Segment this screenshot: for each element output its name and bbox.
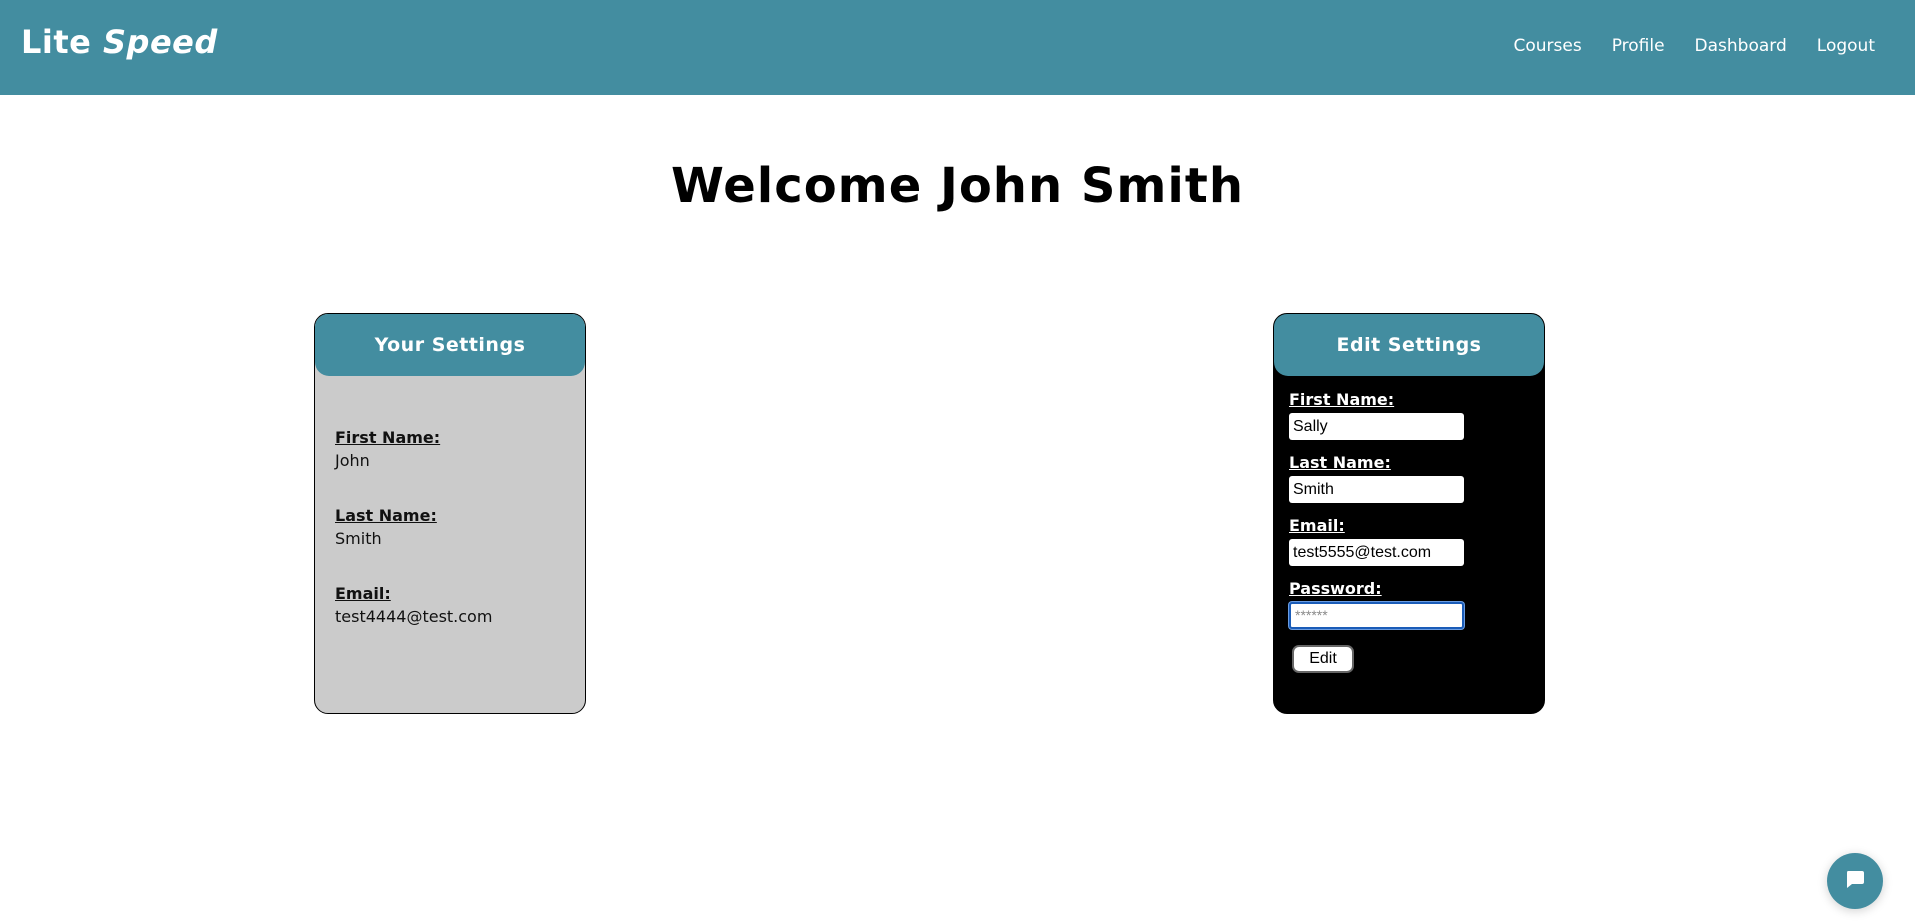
edit-settings-form: First Name: Last Name: Email: Password: …: [1274, 376, 1544, 673]
last-name-label: Last Name:: [1289, 453, 1391, 472]
password-input[interactable]: [1289, 602, 1464, 629]
edit-settings-card: Edit Settings First Name: Last Name: Ema…: [1273, 313, 1545, 714]
last-name-input[interactable]: [1289, 476, 1464, 503]
info-last-name-value: Smith: [335, 529, 382, 548]
edit-settings-header: Edit Settings: [1274, 314, 1544, 376]
chat-button[interactable]: [1827, 853, 1883, 909]
email-label: Email:: [1289, 516, 1345, 535]
your-settings-header: Your Settings: [315, 314, 585, 376]
info-email: Email: test4444@test.com: [335, 584, 565, 626]
info-last-name: Last Name: Smith: [335, 506, 565, 548]
nav-profile[interactable]: Profile: [1612, 36, 1665, 56]
nav-dashboard[interactable]: Dashboard: [1695, 36, 1787, 56]
info-first-name-label: First Name:: [335, 428, 441, 447]
info-email-value: test4444@test.com: [335, 607, 493, 626]
settings-info: First Name: John Last Name: Smith Email:…: [315, 376, 585, 626]
info-last-name-label: Last Name:: [335, 506, 437, 525]
nav-links: Courses Profile Dashboard Logout: [1483, 36, 1875, 56]
brand-part-lite: Lite: [21, 22, 92, 61]
info-first-name-value: John: [335, 451, 370, 470]
nav-logout[interactable]: Logout: [1817, 36, 1875, 56]
first-name-input[interactable]: [1289, 413, 1464, 440]
nav-courses[interactable]: Courses: [1513, 36, 1581, 56]
your-settings-card: Your Settings First Name: John Last Name…: [314, 313, 586, 714]
brand-part-speed: Speed: [103, 22, 218, 61]
first-name-label: First Name:: [1289, 390, 1395, 409]
info-first-name: First Name: John: [335, 428, 565, 470]
page-title: Welcome John Smith: [671, 158, 1244, 214]
email-input[interactable]: [1289, 539, 1464, 566]
brand-logo[interactable]: Lite Speed: [21, 23, 218, 61]
chat-bubble-icon: [1844, 868, 1866, 894]
password-label: Password:: [1289, 579, 1382, 598]
edit-button[interactable]: Edit: [1292, 645, 1354, 673]
navbar: Lite Speed Courses Profile Dashboard Log…: [0, 0, 1915, 95]
info-email-label: Email:: [335, 584, 391, 603]
